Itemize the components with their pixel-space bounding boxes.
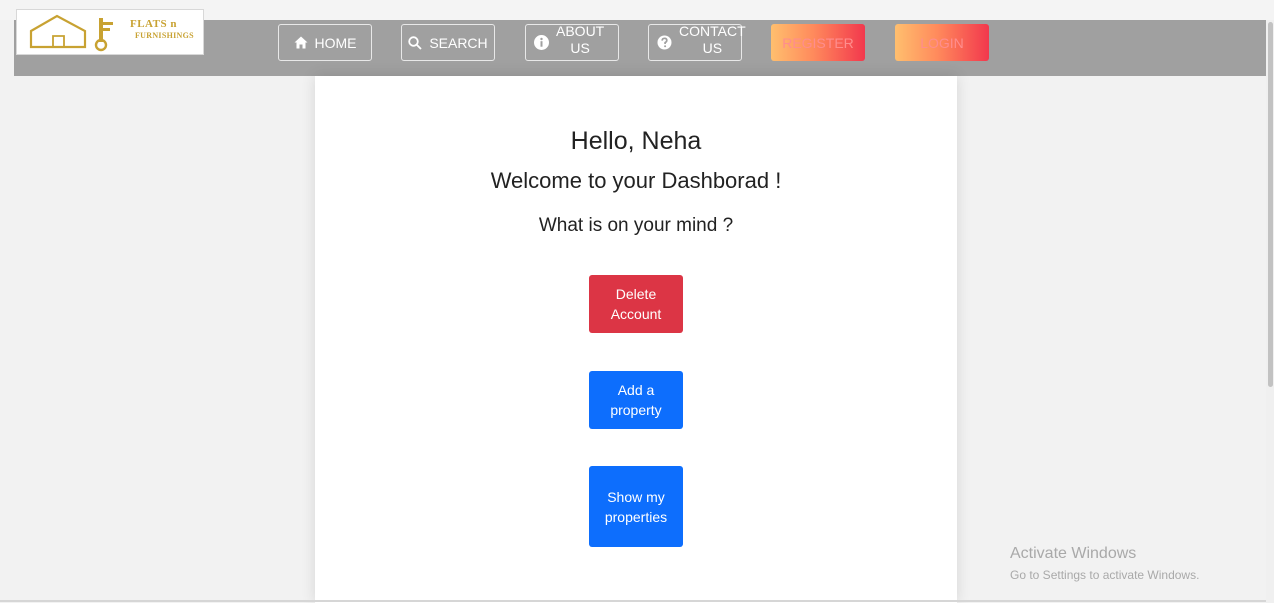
show-properties-button[interactable]: Show my properties <box>589 466 683 547</box>
nav-search-label: SEARCH <box>429 34 488 51</box>
nav-about-label-line1: ABOUT <box>556 22 605 39</box>
nav-about-label-line2: US <box>570 39 590 56</box>
activate-windows-title: Activate Windows <box>1010 545 1137 562</box>
activate-windows-subtitle: Go to Settings to activate Windows. <box>1010 568 1200 582</box>
logo-text-top: FLATS n <box>130 18 178 30</box>
greeting-heading: Hello, Neha <box>570 127 702 155</box>
welcome-heading: Welcome to your Dashborad ! <box>490 168 782 193</box>
delete-account-label: Delete Account <box>610 286 662 322</box>
login-button[interactable]: LOGIN <box>895 24 989 61</box>
nav-contact-label-line2: US <box>702 39 723 56</box>
nav-about-label: ABOUT US <box>556 23 604 57</box>
scrollbar-thumb[interactable] <box>1268 22 1273 387</box>
nav-about-button[interactable]: ABOUT US <box>525 23 619 61</box>
info-icon <box>534 35 549 50</box>
nav-contact-button[interactable]: CONTACT US <box>648 23 746 61</box>
login-label: LOGIN <box>920 34 964 51</box>
register-button[interactable]: REGISTER <box>771 24 865 61</box>
delete-account-button[interactable]: Delete Account <box>589 275 683 333</box>
show-properties-label: Show my properties <box>604 488 668 525</box>
search-icon <box>408 35 422 50</box>
register-label: REGISTER <box>782 34 854 51</box>
prompt-question: What is on your mind ? <box>538 215 734 236</box>
nav-home-button[interactable]: HOME <box>278 24 372 61</box>
nav-contact-label: CONTACT US <box>679 23 746 57</box>
dashboard-card: Hello, Neha Welcome to your Dashborad ! … <box>315 76 957 603</box>
add-property-label: Add a property <box>610 382 662 418</box>
logo-text-bottom: FURNISHINGS <box>135 31 194 40</box>
nav-search-button[interactable]: SEARCH <box>401 24 495 61</box>
nav-contact-label-line1: CONTACT <box>679 22 746 39</box>
add-property-button[interactable]: Add a property <box>589 371 683 429</box>
nav-home-label: HOME <box>314 34 357 51</box>
question-icon <box>657 35 672 50</box>
bottom-divider <box>0 600 1266 602</box>
site-logo[interactable]: FLATS n FURNISHINGS <box>16 9 204 55</box>
home-icon <box>294 36 308 49</box>
